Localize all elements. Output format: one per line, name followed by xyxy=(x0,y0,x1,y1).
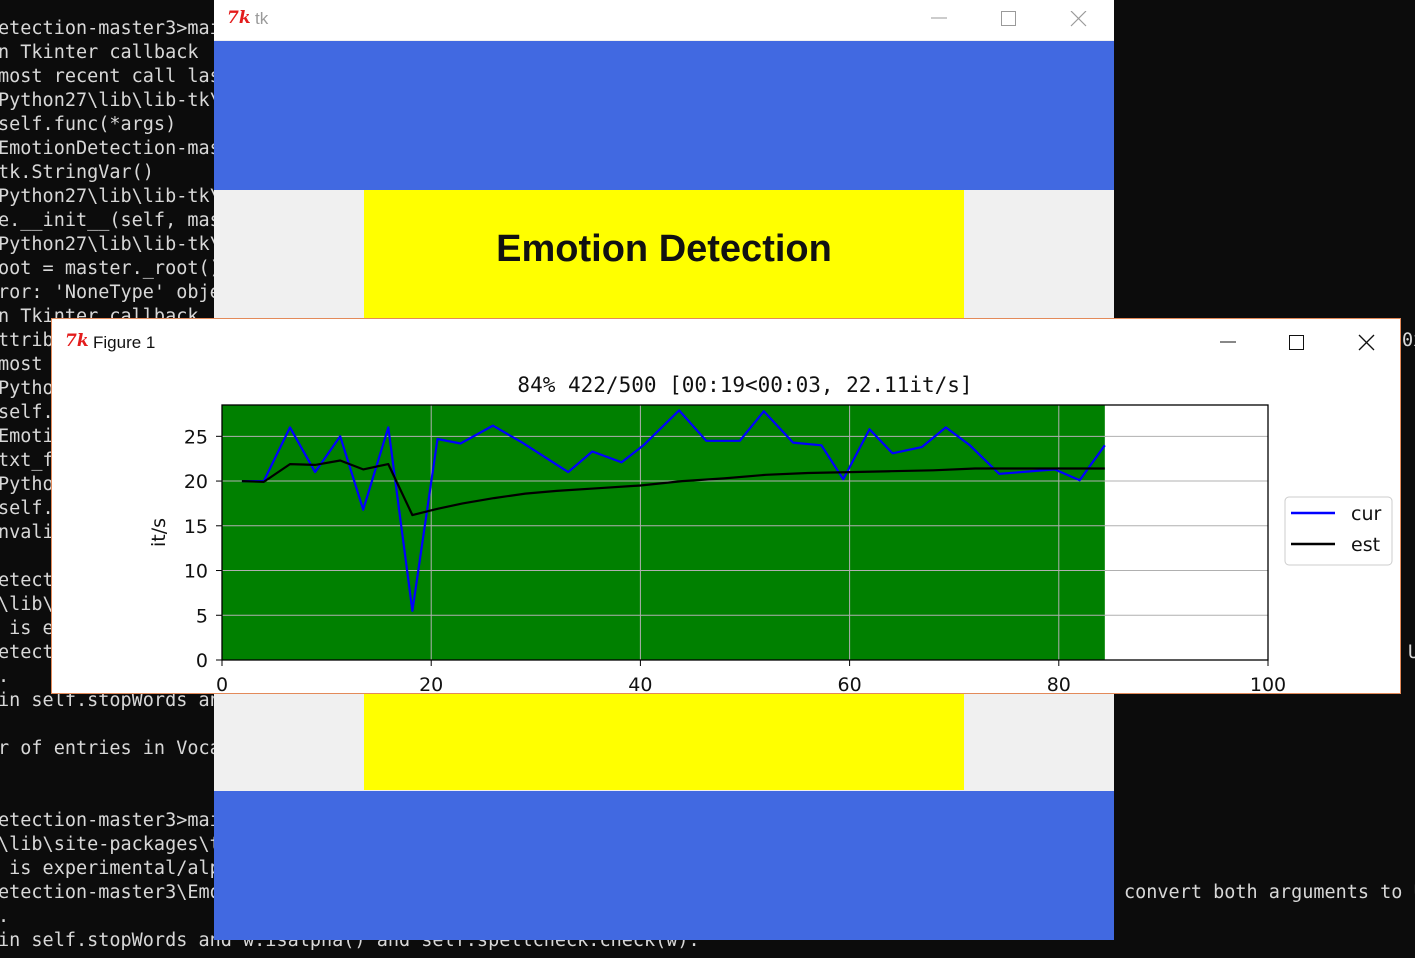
console-line: most recent call las xyxy=(0,66,221,87)
tk-window-title: tk xyxy=(255,9,269,28)
console-line: etection-master3>mai xyxy=(0,18,221,39)
console-line: e.__init__(self, mas xyxy=(0,210,221,231)
maximize-icon xyxy=(1001,11,1016,26)
console-line: n Tkinter callback xyxy=(0,42,199,63)
y-tick-label: 5 xyxy=(196,605,208,627)
legend-label: cur xyxy=(1351,503,1381,525)
x-tick-label: 80 xyxy=(1047,674,1071,693)
console-line: \lib\site-packages\t xyxy=(0,834,221,855)
header-banner: Emotion Detection xyxy=(364,190,964,320)
progress-fill xyxy=(222,405,1105,660)
console-line: etection-master3>mai xyxy=(0,810,221,831)
console-line: tk.StringVar() xyxy=(0,162,154,183)
figure-window: 7k Figure 1 84% 422/500 [00:19<00:03, 22… xyxy=(51,318,1401,694)
y-tick-label: 10 xyxy=(184,561,208,583)
maximize-button[interactable] xyxy=(986,0,1032,40)
y-tick-label: 0 xyxy=(196,650,208,672)
console-line: self.func(*args) xyxy=(0,114,177,135)
top-color-band xyxy=(214,41,1114,190)
x-tick-label: 60 xyxy=(838,674,862,693)
console-line: r of entries in Voca xyxy=(0,738,221,759)
console-line: . xyxy=(0,665,9,689)
console-line: . xyxy=(0,905,9,929)
minimize-button[interactable] xyxy=(916,0,962,40)
console-fragment-right: U xyxy=(1408,642,1415,663)
console-line: Python27\lib\lib-tk\ xyxy=(0,234,221,255)
app-heading: Emotion Detection xyxy=(496,228,832,270)
console-line: Python27\lib\lib-tk\ xyxy=(0,186,221,207)
close-button[interactable] xyxy=(1056,0,1102,40)
console-line: ror: 'NoneType' obje xyxy=(0,282,221,303)
console-fragment-right: 0x xyxy=(1402,330,1415,351)
y-tick-label: 25 xyxy=(184,426,208,448)
legend-label: est xyxy=(1351,534,1380,556)
minimize-icon xyxy=(931,17,947,19)
close-icon xyxy=(1070,11,1087,27)
bottom-color-band xyxy=(214,791,1114,940)
console-line: etection-master3\Emo xyxy=(0,882,221,903)
x-tick-label: 0 xyxy=(216,674,228,693)
x-tick-label: 20 xyxy=(419,674,443,693)
content-panel xyxy=(364,694,964,790)
console-line: EmotionDetection-mas xyxy=(0,138,221,159)
console-line: is experimental/alp xyxy=(0,858,221,879)
chart-title: 84% 422/500 [00:19<00:03, 22.11it/s] xyxy=(517,373,972,397)
y-axis-label: it/s xyxy=(148,518,170,547)
x-tick-label: 100 xyxy=(1250,674,1286,693)
y-tick-label: 15 xyxy=(184,516,208,538)
console-line: Python27\lib\lib-tk\ xyxy=(0,90,221,111)
console-line-right: convert both arguments to U xyxy=(1124,882,1415,903)
tk-titlebar[interactable]: 7k tk xyxy=(214,0,1114,40)
y-tick-label: 20 xyxy=(184,471,208,493)
x-tick-label: 40 xyxy=(628,674,652,693)
tk-logo-icon: 7k xyxy=(227,8,251,28)
progress-chart: 84% 422/500 [00:19<00:03, 22.11it/s] 0 20 4… xyxy=(148,373,1393,693)
console-line: oot = master._root() xyxy=(0,258,221,279)
